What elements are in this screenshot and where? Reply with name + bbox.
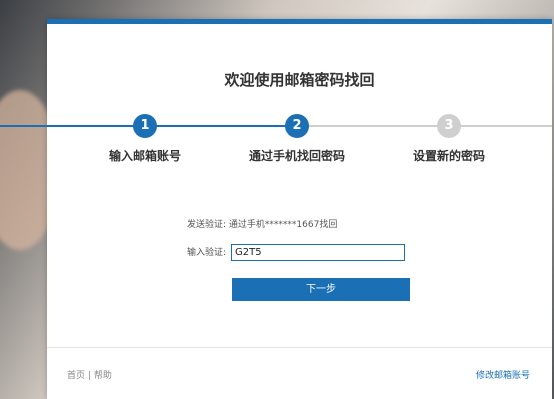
step-3-label: 设置新的密码	[412, 149, 485, 163]
step-1-label: 输入邮箱账号	[108, 149, 181, 163]
footer-separator: |	[87, 371, 91, 381]
home-link[interactable]: 首页	[67, 371, 85, 381]
step-1-circle: 1	[133, 114, 157, 138]
footer-links: 首页 | 帮助	[67, 368, 112, 381]
step-2-label: 通过手机找回密码	[248, 149, 345, 163]
verification-code-label: 输入验证:	[187, 248, 227, 258]
verify-method-row: 发送验证: 通过手机*******1667找回	[187, 217, 337, 230]
help-link[interactable]: 帮助	[94, 371, 112, 381]
footer-divider	[47, 347, 552, 348]
step-3-circle: 3	[437, 114, 461, 138]
modify-email-link[interactable]: 修改邮箱账号	[476, 368, 530, 381]
progress-line-pending	[297, 125, 552, 127]
verify-method-value: 通过手机*******1667找回	[228, 220, 338, 230]
next-step-button[interactable]: 下一步	[232, 278, 410, 301]
card-top-bar	[47, 19, 552, 24]
step-2-circle: 2	[285, 114, 309, 138]
verification-code-row: 输入验证:	[187, 244, 405, 261]
verify-method-label: 发送验证:	[187, 220, 227, 230]
verification-code-input[interactable]	[231, 244, 405, 261]
page-title: 欢迎使用邮箱密码找回	[224, 71, 375, 89]
recovery-card: 欢迎使用邮箱密码找回 1 2 3 输入邮箱账号 通过手机找回密码 设置新的密码 …	[0, 19, 552, 399]
